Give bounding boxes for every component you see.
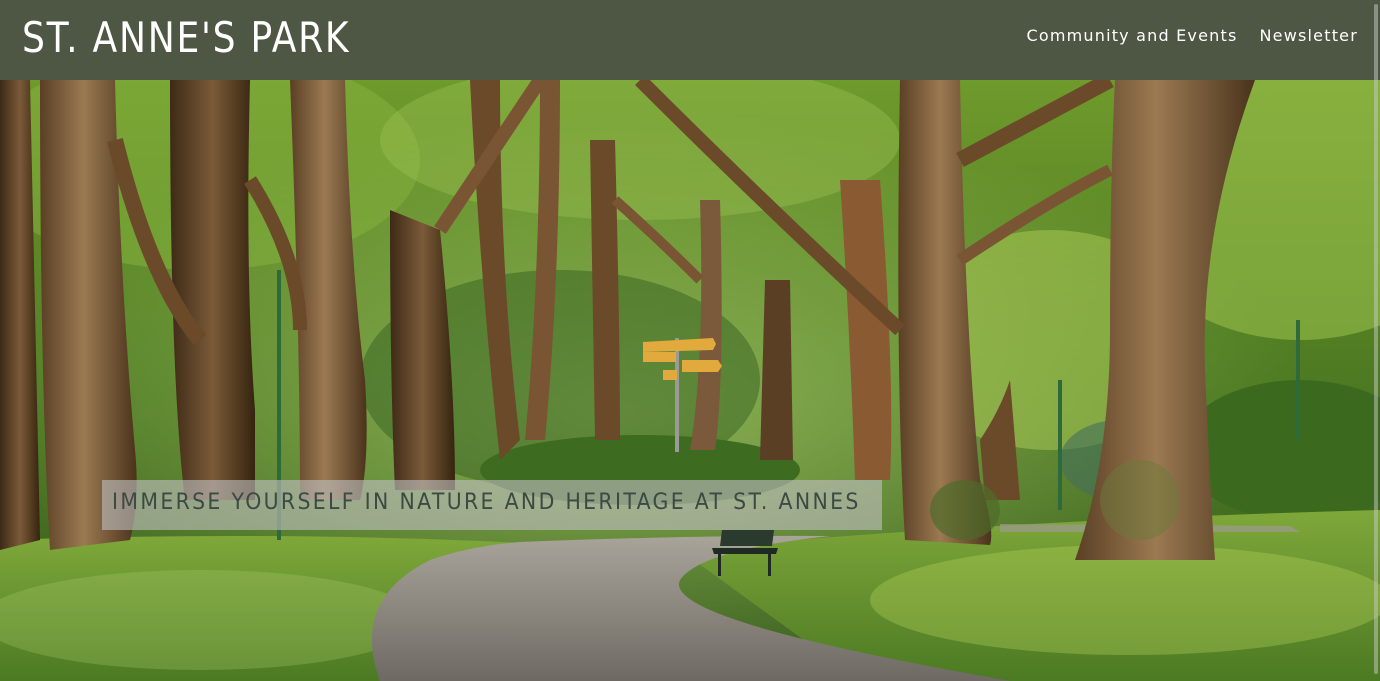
hero-tagline-text: IMMERSE YOURSELF IN NATURE AND HERITAGE … — [112, 490, 861, 515]
hero-tagline-banner: IMMERSE YOURSELF IN NATURE AND HERITAGE … — [102, 480, 882, 530]
site-logo-title[interactable]: ST. ANNE'S PARK — [22, 12, 350, 64]
page: ST. ANNE'S PARK Community and Events New… — [0, 0, 1380, 681]
nav-link-newsletter[interactable]: Newsletter — [1260, 26, 1359, 45]
park-scene-illustration — [0, 80, 1380, 681]
page-scrollbar[interactable] — [1374, 4, 1378, 674]
site-header: ST. ANNE'S PARK Community and Events New… — [0, 0, 1380, 80]
nav-link-community-events[interactable]: Community and Events — [1026, 26, 1237, 45]
main-nav: Community and Events Newsletter — [1026, 26, 1358, 45]
hero-image — [0, 80, 1380, 681]
